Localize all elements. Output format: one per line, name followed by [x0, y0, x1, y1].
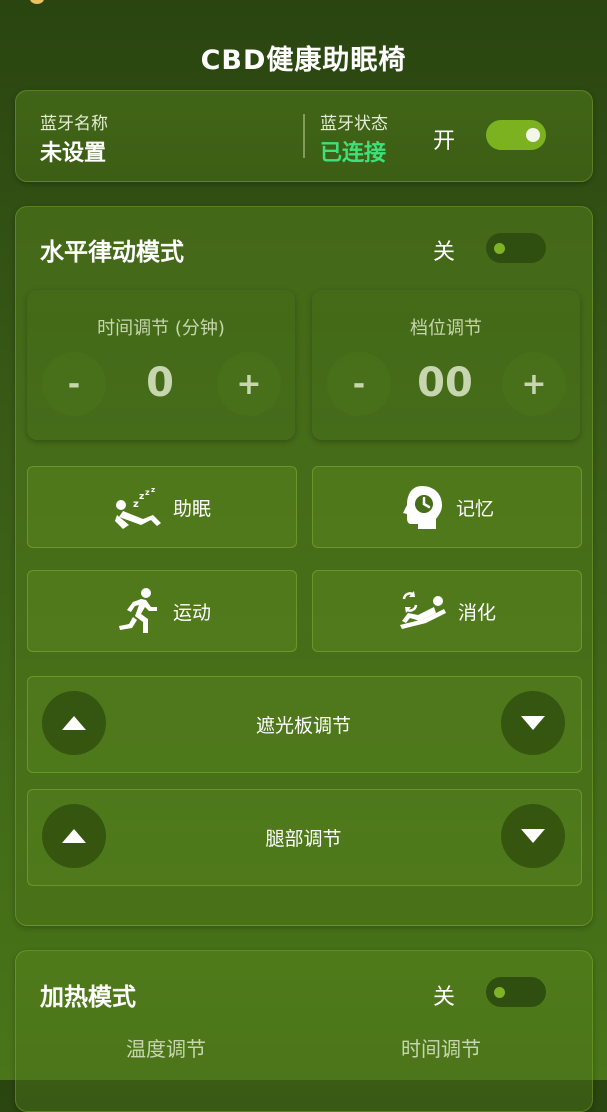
heating-time-adjust-label: 时间调节: [401, 1037, 481, 1061]
time-plus-button[interactable]: +: [217, 352, 281, 416]
svg-text:z: z: [139, 492, 144, 502]
running-person-icon: [118, 588, 157, 633]
digestion-button[interactable]: 消化: [312, 570, 582, 652]
digestion-recline-icon: [399, 591, 446, 629]
sleep-button-label: 助眠: [172, 497, 211, 520]
rhythm-switch-label: 关: [433, 240, 456, 265]
rhythm-mode-title: 水平律动模式: [40, 238, 184, 266]
time-value: 0: [146, 360, 174, 406]
rhythm-mode-toggle[interactable]: [486, 233, 546, 263]
memory-button-label: 记忆: [455, 497, 494, 520]
level-adjust-label: 档位调节: [410, 318, 482, 339]
level-plus-button[interactable]: +: [502, 352, 566, 416]
bluetooth-status-label: 蓝牙状态: [320, 114, 388, 134]
status-indicator-icon: [30, 0, 44, 4]
heating-switch-label: 关: [433, 985, 456, 1010]
triangle-down-icon: [521, 829, 545, 843]
temperature-adjust-label: 温度调节: [126, 1037, 206, 1061]
shade-adjust-label: 遮光板调节: [255, 715, 351, 737]
level-minus-button[interactable]: -: [327, 352, 391, 416]
level-value: 00: [417, 360, 473, 406]
triangle-up-icon: [62, 829, 86, 843]
shade-down-button[interactable]: [501, 691, 565, 755]
bluetooth-name-value: 未设置: [40, 141, 107, 166]
time-minus-button[interactable]: -: [42, 352, 106, 416]
bluetooth-switch-label: 开: [433, 129, 456, 154]
heating-mode-title: 加热模式: [40, 983, 136, 1011]
triangle-down-icon: [521, 716, 545, 730]
triangle-up-icon: [62, 716, 86, 730]
page-title: CBD健康助眠椅: [200, 45, 407, 76]
bluetooth-toggle[interactable]: [486, 120, 546, 150]
exercise-button[interactable]: 运动: [27, 570, 297, 652]
leg-down-button[interactable]: [501, 804, 565, 868]
digestion-button-label: 消化: [457, 601, 496, 624]
leg-up-button[interactable]: [42, 804, 106, 868]
bluetooth-name-label: 蓝牙名称: [40, 114, 108, 134]
leg-adjust-label: 腿部调节: [265, 828, 342, 850]
sleep-button[interactable]: z z z z 助眠: [27, 466, 297, 548]
heating-mode-card: [15, 950, 593, 1112]
bluetooth-status-value: 已连接: [320, 141, 387, 166]
shade-up-button[interactable]: [42, 691, 106, 755]
time-adjust-label: 时间调节 (分钟): [97, 318, 225, 339]
head-clock-icon: [402, 486, 442, 529]
sleep-recline-icon: z z z z: [114, 486, 161, 529]
heating-mode-toggle[interactable]: [486, 977, 546, 1007]
svg-text:z: z: [145, 488, 150, 497]
memory-button[interactable]: 记忆: [312, 466, 582, 548]
svg-text:z: z: [133, 499, 139, 510]
bluetooth-divider: [303, 114, 305, 158]
svg-text:z: z: [151, 486, 155, 494]
exercise-button-label: 运动: [172, 601, 211, 624]
